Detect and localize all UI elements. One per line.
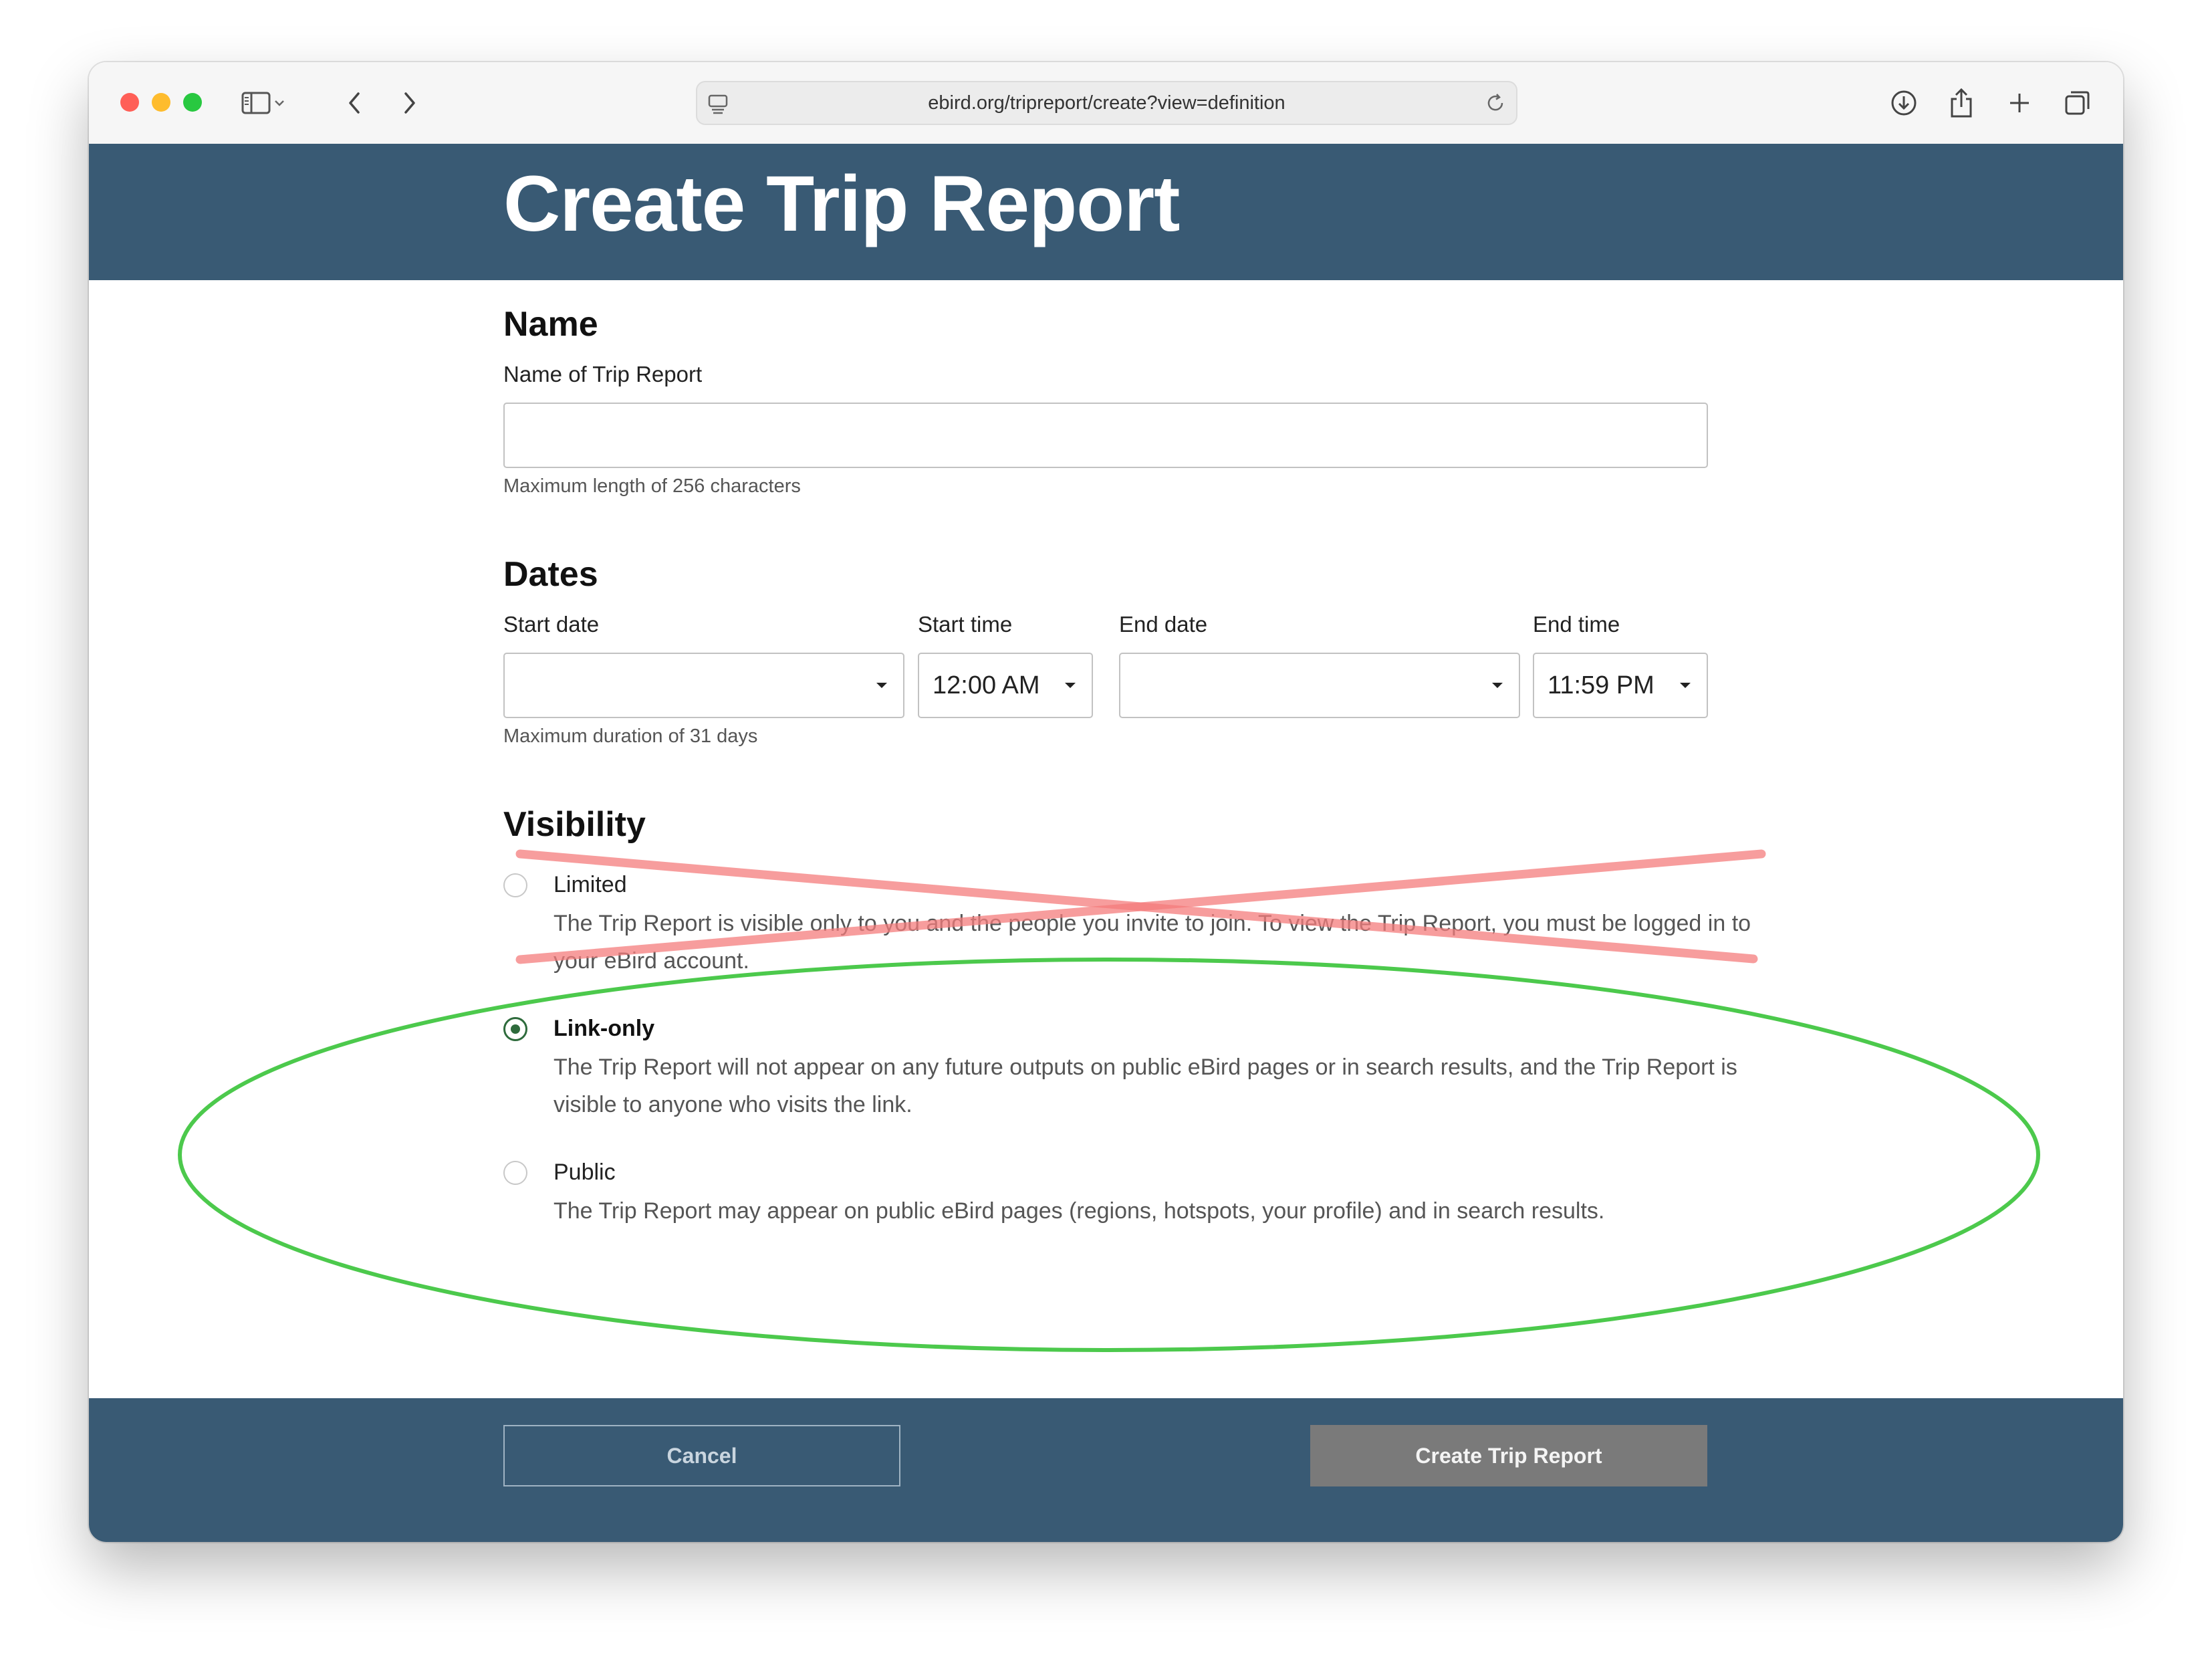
trip-name-input[interactable] bbox=[503, 403, 1708, 468]
caret-down-icon bbox=[1679, 654, 1692, 717]
page-header-banner: Create Trip Report bbox=[89, 144, 2123, 280]
radio-link-only[interactable] bbox=[503, 1017, 527, 1041]
radio-public[interactable] bbox=[503, 1161, 527, 1185]
option-link-only-label: Link-only bbox=[554, 1016, 655, 1041]
tab-overview-icon[interactable] bbox=[2061, 86, 2094, 120]
browser-window: ebird.org/tripreport/create?view=definit… bbox=[89, 62, 2123, 1542]
option-public-description: The Trip Report may appear on public eBi… bbox=[554, 1198, 1605, 1224]
end-date-label: End date bbox=[1119, 612, 1208, 637]
option-limited-description: The Trip Report is visible only to you a… bbox=[554, 911, 1751, 974]
annotation-overlay bbox=[178, 849, 2040, 1352]
back-arrow-icon[interactable] bbox=[338, 86, 371, 120]
option-link-only-description: The Trip Report will not appear on any f… bbox=[554, 1055, 1737, 1117]
end-time-select[interactable]: 11:59 PM bbox=[1533, 653, 1708, 718]
page-title: Create Trip Report bbox=[503, 160, 1180, 248]
option-public-label: Public bbox=[554, 1159, 616, 1185]
highlight-ellipse bbox=[178, 958, 2040, 1352]
start-time-value: 12:00 AM bbox=[933, 671, 1040, 699]
browser-toolbar: ebird.org/tripreport/create?view=definit… bbox=[89, 62, 2123, 145]
chevron-down-icon[interactable] bbox=[269, 86, 289, 120]
create-trip-report-button[interactable]: Create Trip Report bbox=[1310, 1425, 1707, 1486]
downloads-icon[interactable] bbox=[1887, 86, 1921, 120]
reload-icon[interactable] bbox=[1484, 92, 1507, 118]
new-tab-plus-icon[interactable] bbox=[2003, 86, 2036, 120]
close-window-button[interactable] bbox=[120, 93, 139, 112]
trip-name-label: Name of Trip Report bbox=[503, 362, 703, 386]
share-icon[interactable] bbox=[1945, 86, 1978, 120]
trip-name-hint: Maximum length of 256 characters bbox=[503, 475, 801, 497]
caret-down-icon bbox=[1064, 654, 1077, 717]
start-date-label: Start date bbox=[503, 612, 600, 637]
start-date-select[interactable] bbox=[503, 653, 904, 718]
zoom-window-button[interactable] bbox=[183, 93, 202, 112]
sidebar-toggle-icon[interactable] bbox=[239, 86, 273, 120]
dates-hint: Maximum duration of 31 days bbox=[503, 726, 758, 747]
dates-section-heading: Dates bbox=[503, 555, 598, 594]
start-time-select[interactable]: 12:00 AM bbox=[918, 653, 1093, 718]
end-time-label: End time bbox=[1533, 612, 1620, 637]
caret-down-icon bbox=[1491, 654, 1504, 717]
option-limited-label: Limited bbox=[554, 872, 627, 897]
start-time-label: Start time bbox=[918, 612, 1013, 637]
name-section-heading: Name bbox=[503, 305, 598, 344]
url-text: ebird.org/tripreport/create?view=definit… bbox=[928, 92, 1285, 114]
address-bar[interactable]: ebird.org/tripreport/create?view=definit… bbox=[696, 81, 1517, 125]
visibility-section-heading: Visibility bbox=[503, 805, 646, 844]
forward-arrow-icon[interactable] bbox=[393, 86, 426, 120]
form-footer: Cancel Create Trip Report bbox=[89, 1398, 2123, 1542]
minimize-window-button[interactable] bbox=[152, 93, 170, 112]
end-time-value: 11:59 PM bbox=[1548, 671, 1654, 699]
cancel-button[interactable]: Cancel bbox=[503, 1425, 900, 1486]
caret-down-icon bbox=[875, 654, 888, 717]
end-date-select[interactable] bbox=[1119, 653, 1520, 718]
radio-limited[interactable] bbox=[503, 873, 527, 897]
